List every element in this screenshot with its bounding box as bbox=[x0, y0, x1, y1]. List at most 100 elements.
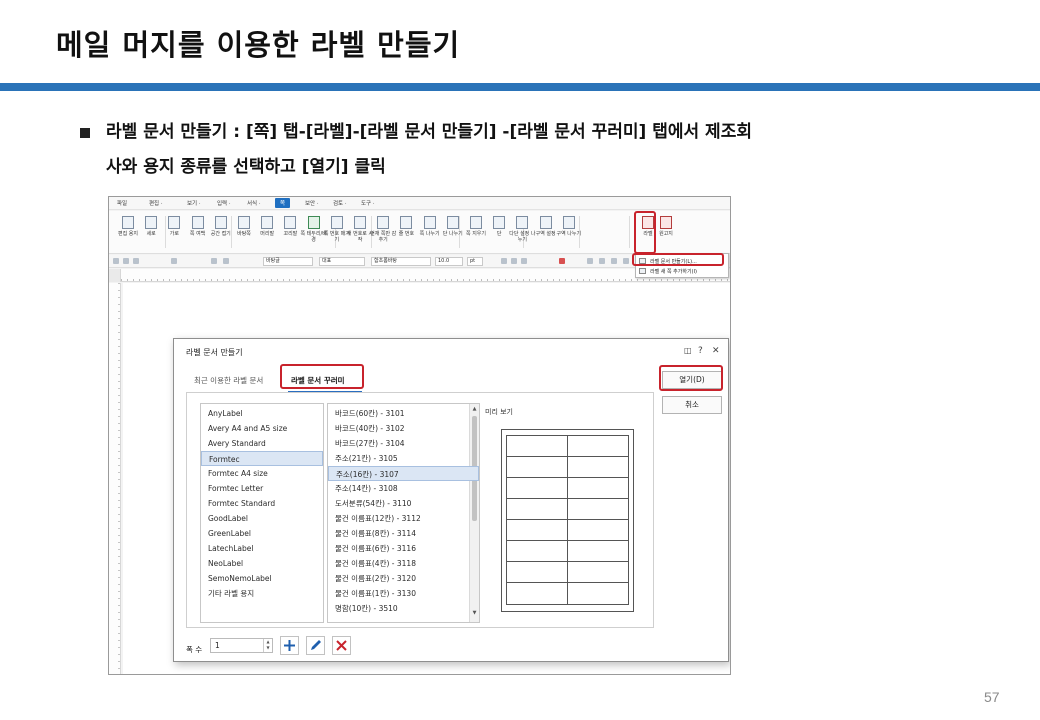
manufacturer-item[interactable]: LatechLabel bbox=[201, 541, 323, 556]
paper-type-item[interactable]: 명함(10칸) - 3510 bbox=[328, 601, 479, 616]
menu-item-add-label-page[interactable]: 라벨 새 쪽 추가하기(I) bbox=[650, 268, 697, 275]
manufacturer-item[interactable]: Formtec A4 size bbox=[201, 466, 323, 481]
ribbon-button-21[interactable]: 원고지 bbox=[655, 216, 677, 252]
font-color-icon[interactable] bbox=[559, 258, 565, 264]
ribbon-button-14[interactable]: 단 나누기 bbox=[442, 216, 464, 252]
paper-type-item[interactable]: 바코드(27칸) - 3104 bbox=[328, 436, 479, 451]
menu-item-4[interactable]: 서식 · bbox=[247, 199, 261, 207]
paper-type-item[interactable]: 주소(16칸) - 3107 bbox=[328, 466, 479, 481]
column-break-icon bbox=[446, 216, 459, 229]
manufacturer-item[interactable]: Avery A4 and A5 size bbox=[201, 421, 323, 436]
menu-item-5[interactable]: 쪽 bbox=[275, 198, 291, 208]
ribbon-button-9[interactable]: 쪽 번호 매기기 bbox=[324, 216, 350, 252]
ribbon-button-2[interactable]: 가로 bbox=[163, 216, 185, 252]
menu-item-2[interactable]: 보기 · bbox=[187, 199, 201, 207]
label-preview-cell bbox=[567, 436, 628, 457]
menu-item-8[interactable]: 도구 · bbox=[361, 199, 375, 207]
new-doc-icon[interactable] bbox=[113, 258, 119, 264]
ribbon-button-1[interactable]: 세로 bbox=[140, 216, 162, 252]
menu-item-1[interactable]: 편집 · bbox=[149, 199, 163, 207]
manufacturer-item[interactable]: AnyLabel bbox=[201, 406, 323, 421]
align-left-icon[interactable] bbox=[599, 258, 605, 264]
ribbon-button-10[interactable]: 새 번호로 시작 bbox=[347, 216, 373, 252]
ribbon-button-18[interactable]: 구역 설정 bbox=[535, 216, 557, 252]
ribbon-button-11[interactable]: 현재 쪽만 감추기 bbox=[370, 216, 396, 252]
paper-type-item[interactable]: 주소(21칸) - 3105 bbox=[328, 451, 479, 466]
print-icon[interactable] bbox=[171, 258, 177, 264]
ribbon-button-19[interactable]: 구역 나누기 bbox=[556, 216, 582, 252]
paper-type-item[interactable]: 바코드(40칸) - 3102 bbox=[328, 421, 479, 436]
label-preview-grid bbox=[506, 435, 629, 605]
font-size-field[interactable]: 10.0 bbox=[435, 257, 463, 266]
manufacturer-item[interactable]: 기타 라벨 용지 bbox=[201, 586, 323, 601]
ribbon-button-3[interactable]: 쪽 여백 bbox=[187, 216, 209, 252]
ribbon-button-0[interactable]: 편집 용지 bbox=[117, 216, 139, 252]
add-button[interactable] bbox=[280, 636, 299, 655]
hide-icon bbox=[377, 216, 390, 229]
paper-type-item[interactable]: 물건 이름표(4칸) - 3118 bbox=[328, 556, 479, 571]
menu-item-7[interactable]: 검토 · bbox=[333, 199, 347, 207]
ribbon-button-4[interactable]: 공간 접기 bbox=[210, 216, 232, 252]
menu-item-6[interactable]: 보안 · bbox=[305, 199, 319, 207]
manufacturer-item[interactable]: Formtec Letter bbox=[201, 481, 323, 496]
align-justify-icon[interactable] bbox=[587, 258, 593, 264]
save-icon[interactable] bbox=[133, 258, 139, 264]
ribbon-button-label: 구역 나누기 bbox=[556, 231, 582, 237]
ribbon-button-17[interactable]: 다단 설정 나누기 bbox=[509, 216, 535, 252]
paper-type-item[interactable]: 도서분류(54칸) - 3110 bbox=[328, 496, 479, 511]
align-center-icon[interactable] bbox=[611, 258, 617, 264]
manufacturer-item[interactable]: SemoNemoLabel bbox=[201, 571, 323, 586]
bold-icon[interactable] bbox=[501, 258, 507, 264]
manufacturer-item[interactable]: NeoLabel bbox=[201, 556, 323, 571]
manufacturer-item[interactable]: Formtec bbox=[201, 451, 323, 466]
manufacturer-list[interactable]: AnyLabel Avery A4 and A5 size Avery Standa… bbox=[200, 403, 324, 623]
menu-item-3[interactable]: 입력 · bbox=[217, 199, 231, 207]
ribbon-button-8[interactable]: 쪽 테두리/배경 bbox=[300, 216, 327, 252]
master-page-icon bbox=[238, 216, 250, 229]
ribbon-button-label: 원고지 bbox=[659, 231, 673, 237]
label-preview-cell bbox=[507, 499, 568, 520]
underline-icon[interactable] bbox=[521, 258, 527, 264]
ribbon-button-13[interactable]: 쪽 나누기 bbox=[419, 216, 441, 252]
ribbon-button-16[interactable]: 단 bbox=[488, 216, 510, 252]
open-icon[interactable] bbox=[123, 258, 129, 264]
paper-type-item[interactable]: 물건 이름표(1칸) - 3130 bbox=[328, 586, 479, 601]
style-select[interactable]: 바탕글 bbox=[263, 257, 313, 266]
count-spinner[interactable]: ▲ ▼ bbox=[263, 639, 272, 652]
manufacturer-item[interactable]: GreenLabel bbox=[201, 526, 323, 541]
bullet-paragraph: 라벨 문서 만들기 : [쪽] 탭-[라벨]-[라벨 문서 만들기] -[라벨 … bbox=[80, 115, 980, 185]
paper-type-item[interactable]: 물건 이름표(2칸) - 3120 bbox=[328, 571, 479, 586]
font-unit-select[interactable]: pt bbox=[467, 257, 483, 266]
help-icon[interactable]: ? bbox=[698, 346, 703, 356]
delete-button[interactable] bbox=[332, 636, 351, 655]
font-select[interactable]: 함초롬바탕 bbox=[371, 257, 431, 266]
undo-icon[interactable] bbox=[211, 258, 217, 264]
align-right-icon[interactable] bbox=[623, 258, 629, 264]
delete-page-icon bbox=[470, 216, 482, 229]
edit-button[interactable] bbox=[306, 636, 325, 655]
ribbon-button-7[interactable]: 꼬리말 bbox=[279, 216, 301, 252]
paper-type-item[interactable]: 물건 이름표(8칸) - 3114 bbox=[328, 526, 479, 541]
tab-recent-label-docs[interactable]: 최근 이용한 라벨 문서 bbox=[194, 375, 263, 386]
paper-type-item[interactable]: 주소(14칸) - 3108 bbox=[328, 481, 479, 496]
count-input[interactable]: 1 ▲ ▼ bbox=[210, 638, 273, 653]
italic-icon[interactable] bbox=[511, 258, 517, 264]
manufacturer-item[interactable]: Formtec Standard bbox=[201, 496, 323, 511]
language-select[interactable]: 대표 bbox=[319, 257, 365, 266]
paper-type-item[interactable]: 물건 이름표(6칸) - 3116 bbox=[328, 541, 479, 556]
close-icon[interactable]: ✕ bbox=[712, 346, 720, 356]
paper-type-item[interactable]: 바코드(60칸) - 3101 bbox=[328, 406, 479, 421]
manufacturer-item[interactable]: Avery Standard bbox=[201, 436, 323, 451]
manufacturer-item[interactable]: GoodLabel bbox=[201, 511, 323, 526]
bullet-square-icon bbox=[80, 128, 90, 138]
ribbon-button-5[interactable]: 바탕쪽 bbox=[233, 216, 255, 252]
cancel-button[interactable]: 취소 bbox=[662, 396, 722, 414]
ribbon-button-15[interactable]: 쪽 지우기 bbox=[465, 216, 487, 252]
menu-item-0[interactable]: 파일 bbox=[117, 199, 127, 207]
dialog-settings-icon[interactable]: ◫ bbox=[684, 346, 692, 355]
ribbon-button-6[interactable]: 머리말 bbox=[256, 216, 278, 252]
paper-type-list[interactable]: ▲ ▼ 바코드(60칸) - 3101 바코드(40칸) - 3102 바코드(27… bbox=[327, 403, 480, 623]
ribbon-button-12[interactable]: 줄 번호 bbox=[395, 216, 417, 252]
paper-type-item[interactable]: 물건 이름표(12칸) - 3112 bbox=[328, 511, 479, 526]
redo-icon[interactable] bbox=[223, 258, 229, 264]
